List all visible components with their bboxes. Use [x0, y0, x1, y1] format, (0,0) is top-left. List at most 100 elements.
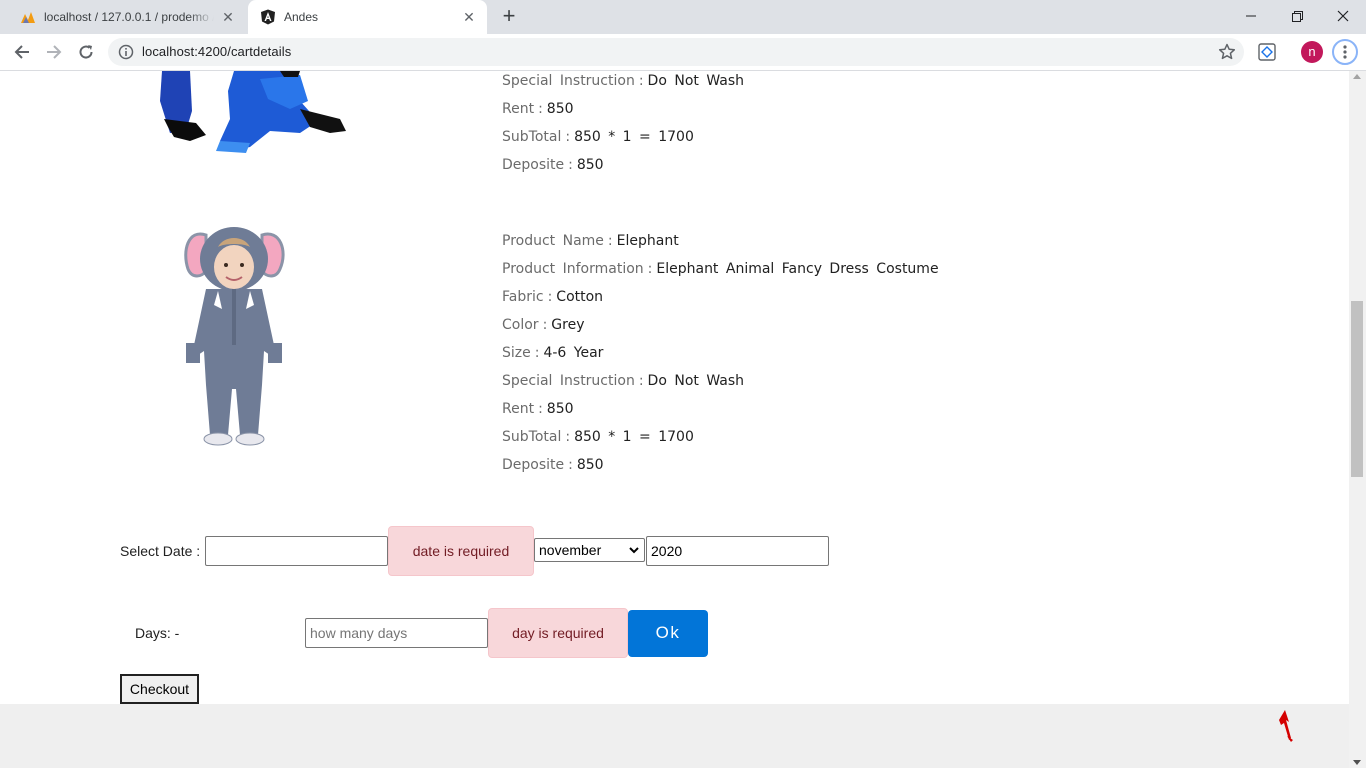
detail-row: Product Name: Elephant [502, 231, 939, 259]
detail-separator: : [542, 317, 548, 333]
address-bar[interactable]: localhost:4200/cartdetails [108, 38, 1244, 66]
detail-value: 850 * 1 = 1700 [574, 129, 694, 145]
detail-value: 850 [576, 157, 604, 173]
detail-label: SubTotal [502, 429, 562, 445]
forward-button[interactable] [42, 40, 66, 64]
arrow-left-icon [14, 45, 29, 59]
close-icon[interactable]: ✕ [461, 9, 477, 25]
angular-icon [260, 9, 276, 25]
detail-value: 4-6 Year [543, 345, 604, 361]
detail-separator: : [538, 101, 543, 117]
detail-row: Deposite:850 [502, 455, 939, 483]
tab-andes[interactable]: Andes ✕ [248, 0, 487, 34]
product-details-2: Product Name: Elephant Product Informatio… [502, 231, 939, 483]
tab-strip: localhost / 127.0.0.1 / prodemo / ✕ Ande… [0, 0, 1366, 34]
detail-row: Deposite:850 [502, 155, 744, 183]
detail-value: Elephant Animal Fancy Dress Costume [656, 261, 939, 277]
detail-row: Size:4-6 Year [502, 343, 939, 371]
detail-label: Fabric [502, 289, 544, 305]
detail-value: Elephant [616, 233, 679, 249]
reload-icon [79, 45, 93, 59]
year-input[interactable]: 2020 [646, 536, 829, 566]
detail-row: SubTotal:850 * 1 = 1700 [502, 427, 939, 455]
scrollbar-thumb[interactable] [1351, 301, 1363, 477]
detail-label: Special Instruction [502, 73, 635, 89]
days-input[interactable]: how many days [305, 618, 488, 648]
new-tab-button[interactable]: + [498, 5, 520, 28]
day-error-alert: day is required [488, 608, 628, 658]
close-window-button[interactable] [1320, 0, 1366, 32]
month-select[interactable]: november [534, 538, 645, 562]
minimize-button[interactable] [1228, 0, 1274, 32]
scroll-up-arrow-icon[interactable] [1353, 74, 1361, 79]
profile-avatar[interactable]: n [1301, 41, 1323, 63]
product-image-costume [160, 71, 346, 153]
detail-separator: : [565, 429, 571, 445]
detail-value: Do Not Wash [647, 73, 745, 89]
back-button[interactable] [10, 40, 34, 64]
select-date-label: Select Date : [120, 543, 201, 559]
browser-menu-button[interactable] [1332, 39, 1358, 65]
detail-label: Color [502, 317, 539, 333]
detail-label: Rent [502, 401, 535, 417]
checkout-button[interactable]: Checkout [120, 674, 199, 704]
detail-row: Product Information: Elephant Animal Fanc… [502, 259, 939, 287]
days-label: Days: - [135, 625, 180, 641]
date-input[interactable] [205, 536, 388, 566]
detail-label: Product Information [502, 261, 644, 277]
close-icon[interactable]: ✕ [220, 9, 236, 25]
product-image-elephant [184, 227, 285, 446]
reload-button[interactable] [74, 40, 98, 64]
detail-label: SubTotal [502, 129, 562, 145]
restore-icon [1291, 10, 1303, 22]
detail-separator: : [568, 457, 573, 473]
tab-title: localhost / 127.0.0.1 / prodemo / [44, 10, 214, 24]
detail-row: Rent:850 [502, 99, 744, 127]
chevron-down-icon [629, 547, 639, 554]
detail-separator: : [565, 129, 571, 145]
detail-label: Deposite [502, 157, 565, 173]
detail-row: Color: Grey [502, 315, 939, 343]
detail-label: Rent [502, 101, 535, 117]
detail-row: Special Instruction: Do Not Wash [502, 371, 939, 399]
page-content: Special Instruction: Do Not Wash Rent:850… [0, 71, 1349, 768]
detail-row: Rent:850 [502, 399, 939, 427]
extension-icon[interactable] [1258, 43, 1276, 61]
minimize-icon [1246, 15, 1256, 17]
detail-value: 850 * 1 = 1700 [574, 429, 694, 445]
detail-separator: : [538, 401, 543, 417]
detail-label: Special Instruction [502, 373, 635, 389]
month-select-value: november [539, 542, 602, 558]
tab-title: Andes [284, 10, 319, 24]
detail-value: Cotton [556, 289, 604, 305]
detail-separator: : [547, 289, 553, 305]
product-details-1: Special Instruction: Do Not Wash Rent:850… [502, 71, 744, 183]
detail-value: Grey [551, 317, 585, 333]
detail-value: 850 [546, 401, 574, 417]
phpmyadmin-icon [20, 9, 36, 25]
detail-separator: : [568, 157, 573, 173]
detail-value: 850 [576, 457, 604, 473]
close-icon [1337, 10, 1349, 22]
detail-separator: : [647, 261, 653, 277]
arrow-up-icon[interactable] [1275, 710, 1299, 744]
detail-label: Deposite [502, 457, 565, 473]
detail-separator: : [534, 345, 540, 361]
detail-row: Special Instruction: Do Not Wash [502, 71, 744, 99]
ok-button[interactable]: Ok [628, 610, 708, 657]
scroll-down-arrow-icon[interactable] [1353, 760, 1361, 765]
restore-button[interactable] [1274, 0, 1320, 32]
tab-phpmyadmin[interactable]: localhost / 127.0.0.1 / prodemo / ✕ [8, 0, 246, 34]
detail-label: Size [502, 345, 531, 361]
detail-label: Product Name [502, 233, 604, 249]
info-icon[interactable] [118, 44, 134, 60]
detail-row: SubTotal:850 * 1 = 1700 [502, 127, 744, 155]
detail-row: Fabric: Cotton [502, 287, 939, 315]
browser-toolbar: localhost:4200/cartdetails [0, 34, 1366, 71]
date-error-alert: date is required [388, 526, 534, 576]
page-footer [0, 704, 1349, 768]
detail-separator: : [638, 373, 644, 389]
url-text: localhost:4200/cartdetails [142, 44, 292, 59]
vertical-scrollbar[interactable] [1349, 71, 1366, 768]
bookmark-star-icon[interactable] [1218, 43, 1236, 61]
